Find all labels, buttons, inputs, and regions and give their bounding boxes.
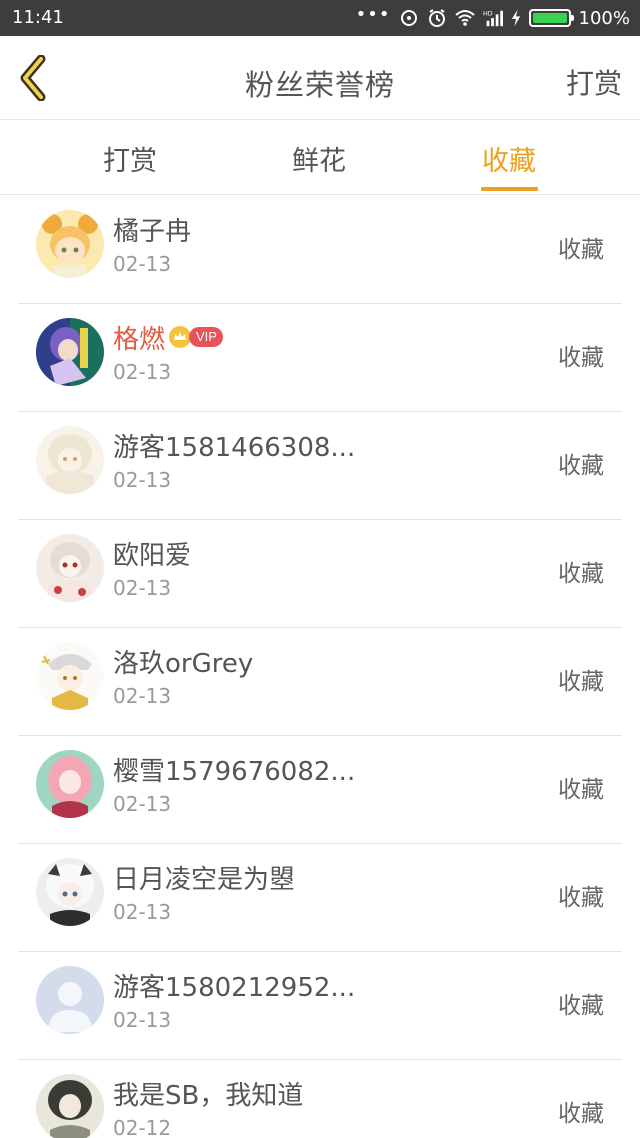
svg-text:HD: HD [483, 10, 493, 17]
name-line: 欧阳爱 [113, 535, 191, 572]
name-line: 日月凌空是为曌 [113, 859, 295, 896]
action-label: 收藏 [558, 993, 604, 1019]
name-line: 樱雪1579676082... [113, 751, 355, 788]
user-name[interactable]: 游客1581466308... [113, 427, 355, 464]
user-name[interactable]: 格燃 [113, 319, 165, 356]
action-label: 收藏 [558, 669, 604, 695]
avatar [36, 642, 104, 710]
hd-signal-icon: HD [483, 10, 503, 27]
avatar [36, 750, 104, 818]
hotspot-icon [400, 10, 417, 26]
name-line: 洛玖orGrey [113, 643, 253, 680]
date: 02-13 [113, 792, 172, 816]
avatar [36, 318, 104, 386]
name-line: 橘子冉 [113, 211, 191, 248]
reward-button[interactable]: 打赏 [566, 62, 622, 102]
avatar [36, 966, 104, 1034]
active-tab-indicator [481, 187, 538, 191]
avatar [36, 858, 104, 926]
more-dots-icon: ••• [355, 4, 391, 25]
tab-favorites[interactable]: 收藏 [482, 139, 536, 178]
user-name[interactable]: 游客1580212952... [113, 967, 355, 1004]
wifi-icon [454, 10, 475, 26]
date: 02-13 [113, 576, 172, 600]
date: 02-13 [113, 900, 172, 924]
date: 02-13 [113, 1008, 172, 1032]
avatar [36, 1074, 104, 1138]
action-label: 收藏 [558, 885, 604, 911]
avatar [36, 210, 104, 278]
fan-list: 橘子冉 02-13 收藏 格燃 VIP 02-13 收藏 游客158146630… [0, 196, 640, 1138]
action-label: 收藏 [558, 777, 604, 803]
tab-flowers[interactable]: 鲜花 [292, 139, 346, 178]
user-name[interactable]: 洛玖orGrey [113, 643, 253, 680]
action-label: 收藏 [558, 237, 604, 263]
list-item[interactable]: 洛玖orGrey 02-13 收藏 [18, 628, 622, 736]
battery-icon [528, 9, 574, 27]
date: 02-12 [113, 1116, 172, 1138]
name-line: 格燃 VIP [113, 319, 223, 356]
avatar [36, 534, 104, 602]
vip-badge: VIP [189, 327, 223, 347]
list-item[interactable]: 日月凌空是为曌 02-13 收藏 [18, 844, 622, 952]
list-item[interactable]: 橘子冉 02-13 收藏 [18, 196, 622, 304]
date: 02-13 [113, 252, 172, 276]
date: 02-13 [113, 468, 172, 492]
action-label: 收藏 [558, 1101, 604, 1127]
status-bar: 11:41 ••• HD 100% [0, 0, 640, 36]
user-name[interactable]: 欧阳爱 [113, 535, 191, 572]
charging-icon [511, 9, 520, 27]
status-time: 11:41 [12, 7, 64, 28]
avatar [36, 426, 104, 494]
tab-reward[interactable]: 打赏 [103, 139, 157, 178]
date: 02-13 [113, 360, 172, 384]
name-line: 游客1581466308... [113, 427, 355, 464]
alarm-icon [428, 9, 445, 27]
name-line: 游客1580212952... [113, 967, 355, 1004]
action-label: 收藏 [558, 453, 604, 479]
battery-fill [532, 13, 567, 23]
action-label: 收藏 [558, 561, 604, 587]
user-name[interactable]: 我是SB，我知道 [113, 1075, 303, 1112]
user-name[interactable]: 樱雪1579676082... [113, 751, 355, 788]
list-item[interactable]: 游客1580212952... 02-13 收藏 [18, 952, 622, 1060]
tab-bar: 打赏 鲜花 收藏 [0, 121, 640, 195]
list-item[interactable]: 格燃 VIP 02-13 收藏 [18, 304, 622, 412]
name-line: 我是SB，我知道 [113, 1075, 303, 1112]
user-name[interactable]: 日月凌空是为曌 [113, 859, 295, 896]
header: 粉丝荣誉榜 打赏 [0, 36, 640, 120]
list-item[interactable]: 欧阳爱 02-13 收藏 [18, 520, 622, 628]
battery-percent: 100% [578, 7, 630, 29]
list-item[interactable]: 我是SB，我知道 02-12 收藏 [18, 1060, 622, 1138]
page-title: 粉丝荣誉榜 [244, 68, 395, 102]
action-label: 收藏 [558, 345, 604, 371]
list-item[interactable]: 樱雪1579676082... 02-13 收藏 [18, 736, 622, 844]
date: 02-13 [113, 684, 172, 708]
user-name[interactable]: 橘子冉 [113, 211, 191, 248]
status-icons: ••• HD 100% [356, 6, 630, 30]
list-item[interactable]: 游客1581466308... 02-13 收藏 [18, 412, 622, 520]
